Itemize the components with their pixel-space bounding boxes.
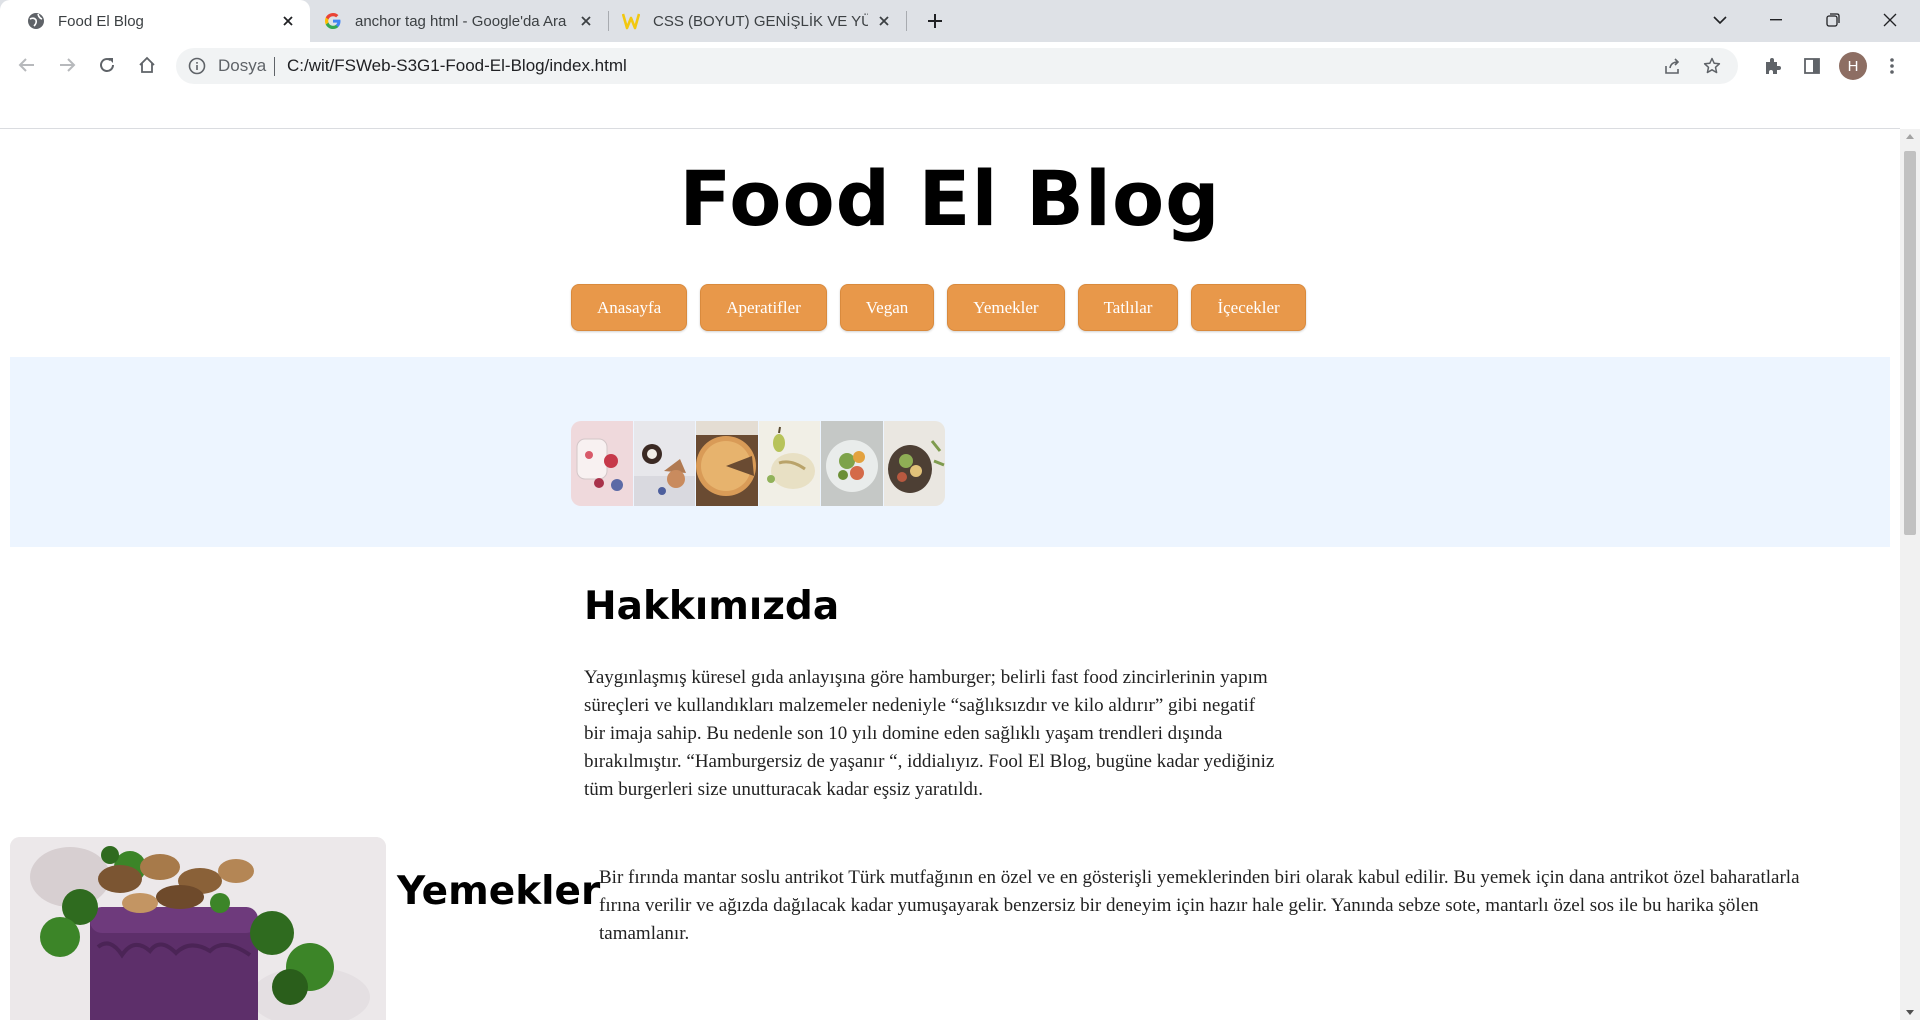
dishes-line: fırına verilir ve ağızda dağılacak kadar… [599,895,1759,916]
address-scheme-label: Dosya [218,56,267,75]
dishes-line: Bir fırında mantar soslu antrikot Türk m… [599,867,1800,888]
tab-strip: Food El Blog anchor tag html - Google'da… [0,0,1920,42]
minimize-button[interactable] [1748,0,1804,40]
about-heading: Hakkımızda [584,584,840,629]
food-photo-pear [758,421,820,506]
page-viewport: Food El Blog Anasayfa Aperatifler Vegan … [0,129,1900,1020]
nav-anasayfa-button[interactable]: Anasayfa [571,284,688,331]
tab-title: Food El Blog [58,12,144,30]
about-line: bırakılmıştır. “Hamburgersiz de yaşanır … [584,751,1275,772]
tab-search-icon[interactable] [1692,0,1748,40]
dishes-heading: Yemekler [397,869,601,914]
nav-yemekler-button[interactable]: Yemekler [947,284,1065,331]
profile-avatar[interactable]: H [1839,52,1867,80]
close-tab-icon[interactable] [874,11,894,31]
info-icon[interactable] [188,57,206,75]
forward-button[interactable] [52,50,82,80]
about-line: süreçleri ve kullandıkları malzemeler ne… [584,695,1256,716]
close-tab-icon[interactable] [278,11,298,31]
page-scrollbar[interactable] [1900,129,1920,1020]
share-icon[interactable] [1662,56,1682,76]
globe-icon [27,12,45,30]
nav-aperatifler-button[interactable]: Aperatifler [700,284,827,331]
food-photo-greens [883,421,945,506]
main-nav: Anasayfa Aperatifler Vegan Yemekler Tatl… [571,284,1306,331]
food-photo-salad-bowl [821,421,883,506]
address-url[interactable]: C:/wit/FSWeb-S3G1-Food-El-Blog/index.htm… [287,56,627,76]
about-line: bir imaja sahip. Bu nedenle son 10 yılı … [584,723,1223,744]
address-divider [274,57,275,76]
back-button[interactable] [12,50,42,80]
tab-title: anchor tag html - Google'da Ara [355,12,567,30]
dishes-line: tamamlanır. [599,923,690,944]
about-line: Yaygınlaşmış küresel gıda anlayışına gör… [584,667,1268,688]
scrollbar-thumb[interactable] [1904,151,1916,535]
nav-tatlilar-button[interactable]: Tatlılar [1077,284,1179,331]
tab-separator [906,11,907,31]
close-window-button[interactable] [1862,0,1918,40]
address-bar[interactable]: Dosya C:/wit/FSWeb-S3G1-Food-El-Blog/ind… [176,48,1738,84]
restore-button[interactable] [1805,0,1861,40]
tab-css-boyut[interactable]: CSS (BOYUT) GENİŞLİK VE YÜKSE [608,0,906,42]
dishes-paragraph: Bir fırında mantar soslu antrikot Türk m… [599,864,1879,948]
reload-button[interactable] [92,50,122,80]
browser-toolbar: Dosya C:/wit/FSWeb-S3G1-Food-El-Blog/ind… [0,42,1920,89]
menu-kebab-icon[interactable] [1880,54,1904,78]
about-line: tüm burgerleri size unutturacak kadar eş… [584,779,984,800]
extensions-icon[interactable] [1760,54,1784,78]
tab-anchor-tag[interactable]: anchor tag html - Google'da Ara [310,0,608,42]
close-tab-icon[interactable] [576,11,596,31]
tab-food-el-blog[interactable]: Food El Blog [0,0,310,42]
food-photo-strip [571,421,945,506]
side-panel-icon[interactable] [1800,54,1824,78]
google-icon [324,12,342,30]
about-paragraph: Yaygınlaşmış küresel gıda anlayışına gör… [584,664,1319,804]
site-title: Food El Blog [679,154,1221,243]
w3-icon [622,12,640,30]
food-photo-pie [696,421,758,506]
nav-icecekler-button[interactable]: İçecekler [1191,284,1306,331]
dish-photo [10,837,386,1020]
home-button[interactable] [132,50,162,80]
bookmark-star-icon[interactable] [1702,56,1722,76]
hero-banner [10,357,1890,547]
food-photo-berries [571,421,633,506]
scroll-up-arrow-icon[interactable] [1906,134,1914,139]
new-tab-button[interactable] [922,8,948,34]
scroll-down-arrow-icon[interactable] [1906,1010,1914,1015]
nav-vegan-button[interactable]: Vegan [839,284,935,331]
tab-title: CSS (BOYUT) GENİŞLİK VE YÜKSE [653,12,868,30]
food-photo-rolls [633,421,695,506]
